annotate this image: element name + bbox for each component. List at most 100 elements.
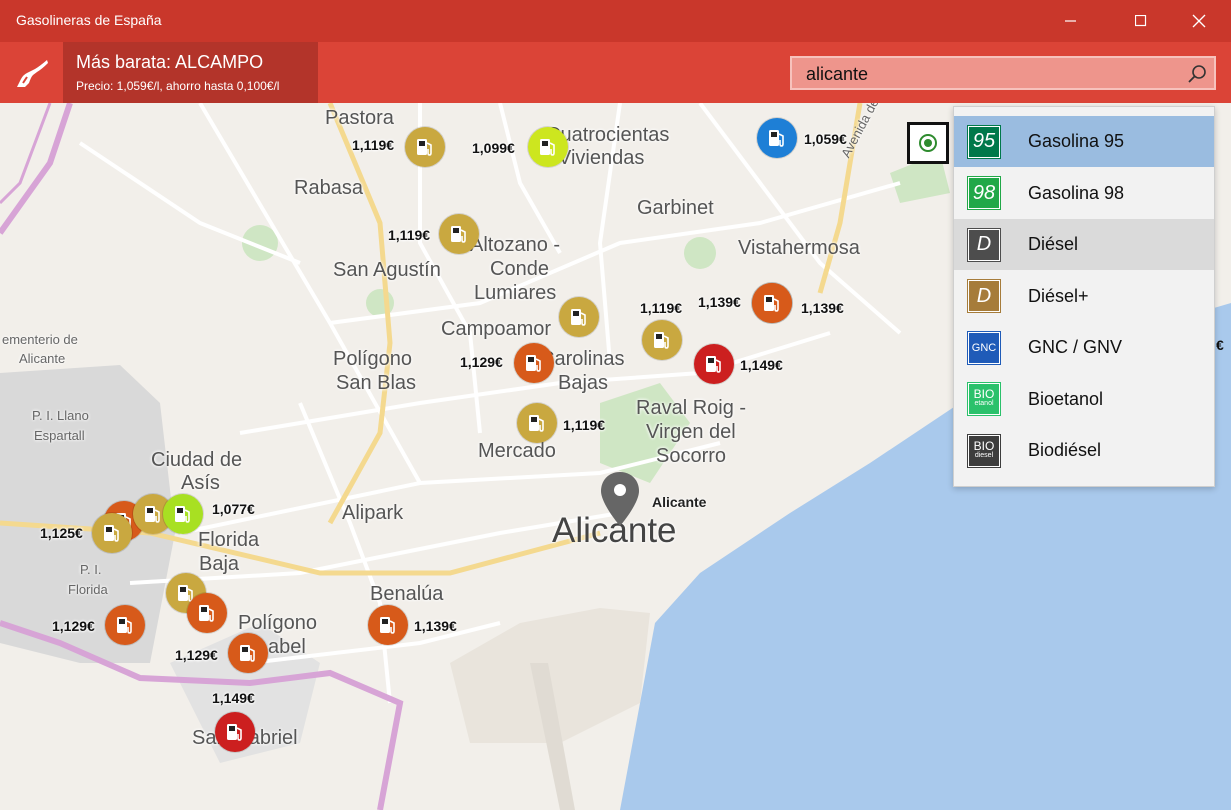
fuel-option-label: GNC / GNV — [1028, 337, 1123, 357]
fuel-pump-icon — [417, 139, 432, 156]
fuel-option[interactable]: 98 Gasolina 98 — [954, 168, 1214, 219]
place-rabasa: Rabasa — [294, 177, 363, 199]
place-florida-baja: Baja — [199, 553, 240, 575]
station-marker[interactable] — [368, 605, 408, 645]
location-pin-icon[interactable] — [598, 470, 642, 530]
station-marker[interactable] — [228, 633, 268, 673]
place-viviendas: Viviendas — [558, 147, 645, 169]
cheapest-station-panel[interactable]: Más barata: ALCAMPO Precio: 1,059€/l, ah… — [63, 42, 318, 103]
station-price: 1,129€ — [460, 354, 503, 370]
place-cementerio: ementerio de — [2, 332, 78, 347]
place-pi-llano: P. I. Llano — [32, 408, 89, 423]
station-price: 1,149€ — [740, 357, 783, 373]
fuel-type-icon: GNC — [967, 330, 1001, 365]
maximize-icon — [1135, 15, 1147, 27]
fuel-pump-icon — [764, 295, 779, 312]
cheapest-station-title: Más barata: ALCAMPO — [76, 52, 264, 72]
station-marker-cluster[interactable] — [187, 593, 227, 633]
search-icon[interactable] — [1186, 63, 1208, 85]
place-pi-florida: P. I. — [80, 562, 102, 577]
close-icon — [1192, 14, 1206, 28]
place-carolinas-bajas: Bajas — [558, 372, 609, 394]
search-input[interactable] — [792, 58, 1188, 90]
station-marker[interactable] — [528, 127, 568, 167]
fuel-option[interactable]: GNC GNC / GNV — [954, 322, 1214, 373]
place-cementerio-alicante: Alicante — [19, 351, 66, 366]
fuel-option[interactable]: BIO diesel Biodiésel — [954, 425, 1214, 476]
place-lumiares: Lumiares — [474, 282, 557, 304]
window-title: Gasolineras de España — [16, 12, 162, 28]
place-mercado: Mercado — [478, 440, 556, 462]
fuel-icon-label: BIO — [973, 438, 995, 453]
fuel-option-label: Bioetanol — [1028, 388, 1104, 409]
locate-me-button[interactable] — [907, 122, 949, 164]
station-marker[interactable] — [757, 118, 797, 158]
fuel-option[interactable]: 95 Gasolina 95 — [954, 116, 1214, 167]
station-price: 1,119€ — [388, 227, 431, 243]
fuel-pump-icon — [227, 724, 242, 741]
fuel-pump-icon — [199, 605, 214, 622]
fuel-type-icon: BIO diesel — [967, 433, 1001, 468]
station-price: 1,139€ — [414, 618, 457, 634]
fuel-type-icon: D — [967, 227, 1001, 262]
cheapest-station-price: Precio: 1,059€/l, ahorro hasta 0,100€/l — [76, 79, 280, 93]
fuel-option[interactable]: D Diésel+ — [954, 271, 1214, 322]
place-campoamor: Campoamor — [441, 318, 552, 340]
place-san-agustin: San Agustín — [333, 259, 441, 281]
fuel-type-icon: BIO etanol — [967, 382, 1001, 416]
station-price: 1,139€ — [698, 294, 741, 310]
fuel-pump-icon — [380, 617, 395, 634]
minimize-button[interactable] — [1048, 0, 1094, 42]
station-marker[interactable] — [105, 605, 145, 645]
station-marker[interactable] — [163, 494, 203, 534]
search-box — [790, 56, 1216, 90]
fuel-pump-icon — [117, 617, 132, 634]
place-pi-florida-name: Florida — [68, 582, 108, 597]
fuel-pump-icon — [104, 525, 119, 542]
place-babel: abel — [268, 636, 306, 658]
station-price: 1,119€ — [352, 137, 395, 153]
station-price: 1,119€ — [640, 300, 683, 316]
place-conde: Conde — [490, 258, 549, 280]
station-price: 1,129€ — [175, 647, 218, 663]
fuel-pump-icon — [769, 130, 784, 147]
fuel-icon-label: GNC — [971, 341, 997, 354]
fuel-nozzle-icon — [17, 59, 48, 87]
station-marker[interactable] — [92, 513, 132, 553]
station-price: 1,125€ — [40, 525, 83, 541]
station-marker[interactable] — [694, 344, 734, 384]
place-garbinet: Garbinet — [637, 197, 714, 219]
fuel-icon-label: BIO — [973, 387, 995, 401]
place-vistahermosa: Vistahermosa — [738, 237, 860, 259]
station-marker[interactable] — [514, 343, 554, 383]
fuel-option-label: Diésel+ — [1028, 285, 1089, 306]
place-poligono-san-blas: Polígono — [333, 348, 412, 370]
station-price: 1,077€ — [212, 501, 255, 517]
app-logo[interactable] — [0, 42, 62, 103]
fuel-type-menu[interactable]: 95 Gasolina 95 98 Gasolina 98 D Diésel D Diésel… — [953, 106, 1215, 487]
place-virgen-del: Virgen del — [646, 421, 736, 443]
place-poligono-babel: Polígono — [238, 612, 317, 634]
close-button[interactable] — [1176, 0, 1222, 42]
station-price: 1,059€ — [804, 131, 847, 147]
fuel-pump-icon — [654, 332, 669, 349]
station-marker[interactable] — [517, 403, 557, 443]
maximize-button[interactable] — [1118, 0, 1164, 42]
station-marker[interactable] — [215, 712, 255, 752]
station-marker[interactable] — [752, 283, 792, 323]
station-marker[interactable] — [405, 127, 445, 167]
fuel-option[interactable]: D Diésel — [954, 219, 1214, 270]
fuel-option[interactable]: BIO etanol Bioetanol — [954, 374, 1214, 425]
fuel-pump-icon — [451, 226, 466, 243]
station-marker[interactable] — [439, 214, 479, 254]
fuel-icon-label: 98 — [972, 181, 996, 204]
station-price: 1,099€ — [472, 140, 515, 156]
station-marker[interactable] — [642, 320, 682, 360]
fuel-type-icon: 98 — [967, 176, 1001, 210]
station-price: 1,149€ — [212, 690, 255, 706]
fuel-pump-icon — [240, 645, 255, 662]
station-price: 1,119€ — [563, 417, 606, 433]
fuel-option-label: Diésel — [1028, 234, 1079, 254]
gps-target-icon — [919, 134, 937, 152]
station-marker[interactable] — [559, 297, 599, 337]
